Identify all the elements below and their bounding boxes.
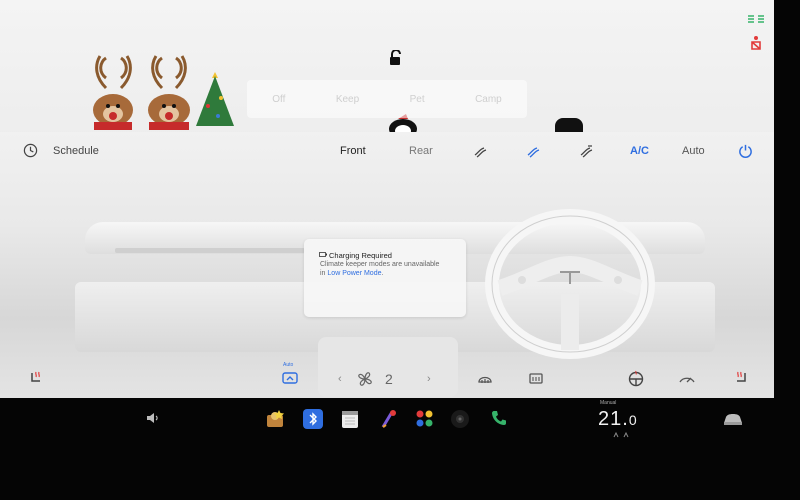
- alert-suffix: .: [381, 270, 384, 277]
- center-console: [318, 337, 458, 397]
- temperature-decimal: 0: [628, 412, 638, 428]
- screen-bezel: [774, 0, 800, 500]
- apps-icon[interactable]: [415, 409, 435, 429]
- temperature-display[interactable]: 21.0: [598, 408, 638, 431]
- power-icon[interactable]: [738, 143, 753, 158]
- fan-icon: [358, 372, 372, 386]
- tab-front[interactable]: Front: [340, 145, 366, 157]
- climate-toolbar: Schedule Front Rear A/C Auto: [0, 132, 774, 170]
- auto-fan-label: Auto: [283, 362, 294, 368]
- main-screen: Off Keep Pet Camp Schedule Front Rear A/…: [0, 0, 774, 398]
- low-power-mode-link[interactable]: Low Power Mode: [327, 270, 381, 277]
- lock-open-icon[interactable]: [389, 50, 403, 66]
- seatbelt-icon: [751, 36, 761, 50]
- alert-title: Charging Required: [329, 251, 392, 260]
- calendar-icon[interactable]: [341, 409, 359, 429]
- fan-decrease-button[interactable]: ‹: [338, 373, 342, 385]
- steering-wheel-illustration: [485, 209, 655, 359]
- recirculation-icon[interactable]: [281, 370, 299, 388]
- mode-camp[interactable]: Camp: [475, 94, 502, 105]
- volume-icon[interactable]: [144, 409, 162, 427]
- climate-panel: Schedule Front Rear A/C Auto Charging Re…: [0, 132, 774, 398]
- seat-heater-left-icon[interactable]: [28, 370, 46, 388]
- charging-required-alert: Charging Required Climate keeper modes a…: [304, 239, 466, 317]
- fan-increase-button[interactable]: ›: [427, 373, 431, 385]
- airflow-feet-icon[interactable]: [525, 143, 541, 159]
- mode-keep[interactable]: Keep: [336, 94, 359, 105]
- taskbar: Manual 21.0: [0, 398, 774, 500]
- airflow-windshield-icon[interactable]: [578, 143, 594, 159]
- toybox-icon[interactable]: [265, 409, 285, 429]
- climate-keeper-modes: Off Keep Pet Camp: [247, 80, 527, 118]
- bluetooth-icon[interactable]: [303, 409, 323, 429]
- dashboard-vent: [115, 248, 305, 253]
- temp-arrows-icon[interactable]: [613, 432, 629, 438]
- battery-icon: [319, 252, 327, 257]
- temp-mode-label: Manual: [600, 400, 617, 406]
- airflow-face-icon[interactable]: [472, 143, 488, 159]
- tab-rear[interactable]: Rear: [409, 145, 433, 157]
- phone-icon[interactable]: [490, 409, 508, 427]
- ac-button[interactable]: A/C: [630, 145, 649, 157]
- wiper-defrost-icon[interactable]: [678, 370, 696, 388]
- mode-pet[interactable]: Pet: [410, 94, 425, 105]
- defrost-front-icon[interactable]: [476, 370, 494, 388]
- auto-button[interactable]: Auto: [682, 145, 705, 157]
- schedule-clock-icon[interactable]: [23, 143, 38, 158]
- alert-message-2: in Low Power Mode.: [320, 270, 383, 277]
- indicator-green-icon: [748, 15, 764, 23]
- fan-speed-value: 2: [385, 371, 393, 387]
- schedule-button[interactable]: Schedule: [53, 145, 99, 157]
- camera-icon[interactable]: [450, 409, 470, 429]
- alert-message: Climate keeper modes are unavailable: [320, 261, 440, 268]
- christmas-tree-decoration: [196, 72, 234, 126]
- reindeer-decoration: [93, 55, 133, 130]
- dashcam-icon[interactable]: [380, 409, 398, 429]
- car-icon[interactable]: [722, 409, 744, 429]
- temperature-main: 21.: [598, 408, 629, 430]
- steering-heater-icon[interactable]: [627, 370, 645, 388]
- seat-heater-right-icon[interactable]: [731, 370, 749, 388]
- mode-off[interactable]: Off: [272, 94, 285, 105]
- alert-prefix: in: [320, 270, 326, 277]
- defrost-rear-icon[interactable]: [527, 370, 545, 388]
